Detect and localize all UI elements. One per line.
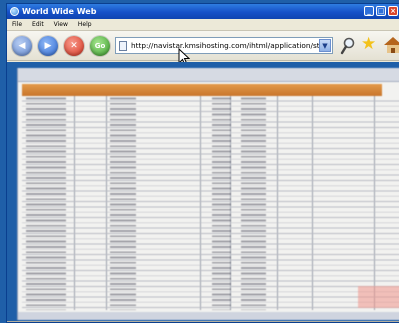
- forward-arrow-icon: ▶: [44, 40, 52, 51]
- go-label: Go: [94, 41, 106, 50]
- page-icon: [119, 40, 127, 51]
- stop-button[interactable]: ✕: [64, 35, 84, 56]
- spreadsheet-footer: [18, 312, 399, 320]
- magnifier-icon[interactable]: [340, 37, 356, 55]
- maximize-button[interactable]: □: [376, 6, 386, 16]
- highlighted-cells: [358, 286, 399, 308]
- go-button[interactable]: Go: [90, 35, 110, 56]
- spreadsheet-toolbar-strip: [18, 68, 399, 82]
- browser-window: World Wide Web _ □ × File Edit View Help…: [6, 3, 399, 323]
- menu-bar: File Edit View Help: [7, 19, 399, 31]
- window-title: World Wide Web: [22, 7, 97, 16]
- spreadsheet-cell-text: [26, 96, 326, 310]
- star-icon[interactable]: ★: [361, 34, 376, 54]
- title-bar[interactable]: World Wide Web _ □ ×: [7, 4, 399, 19]
- window-controls: _ □ ×: [364, 6, 398, 16]
- address-bar[interactable]: http://navistar.kmsihosting.com/ihtml/ap…: [115, 37, 333, 54]
- menu-help[interactable]: Help: [78, 21, 92, 28]
- menu-view[interactable]: View: [54, 21, 68, 28]
- back-button[interactable]: ◀: [12, 35, 32, 56]
- spreadsheet-header-row: [22, 84, 382, 96]
- stop-icon: ✕: [70, 40, 78, 51]
- menu-edit[interactable]: Edit: [32, 21, 44, 28]
- spreadsheet-view[interactable]: [17, 68, 399, 320]
- minimize-button[interactable]: _: [364, 6, 374, 16]
- menu-file[interactable]: File: [12, 21, 22, 28]
- close-button[interactable]: ×: [388, 6, 398, 16]
- back-arrow-icon: ◀: [18, 40, 26, 51]
- home-icon[interactable]: [383, 36, 399, 54]
- globe-icon: [10, 7, 19, 16]
- address-dropdown-button[interactable]: ▼: [319, 39, 331, 52]
- forward-button[interactable]: ▶: [38, 35, 58, 56]
- navigation-toolbar: ◀ ▶ ✕ Go http://navistar.kmsihosting.com…: [7, 31, 399, 61]
- page-content: [7, 62, 399, 322]
- address-url: http://navistar.kmsihosting.com/ihtml/ap…: [131, 41, 325, 50]
